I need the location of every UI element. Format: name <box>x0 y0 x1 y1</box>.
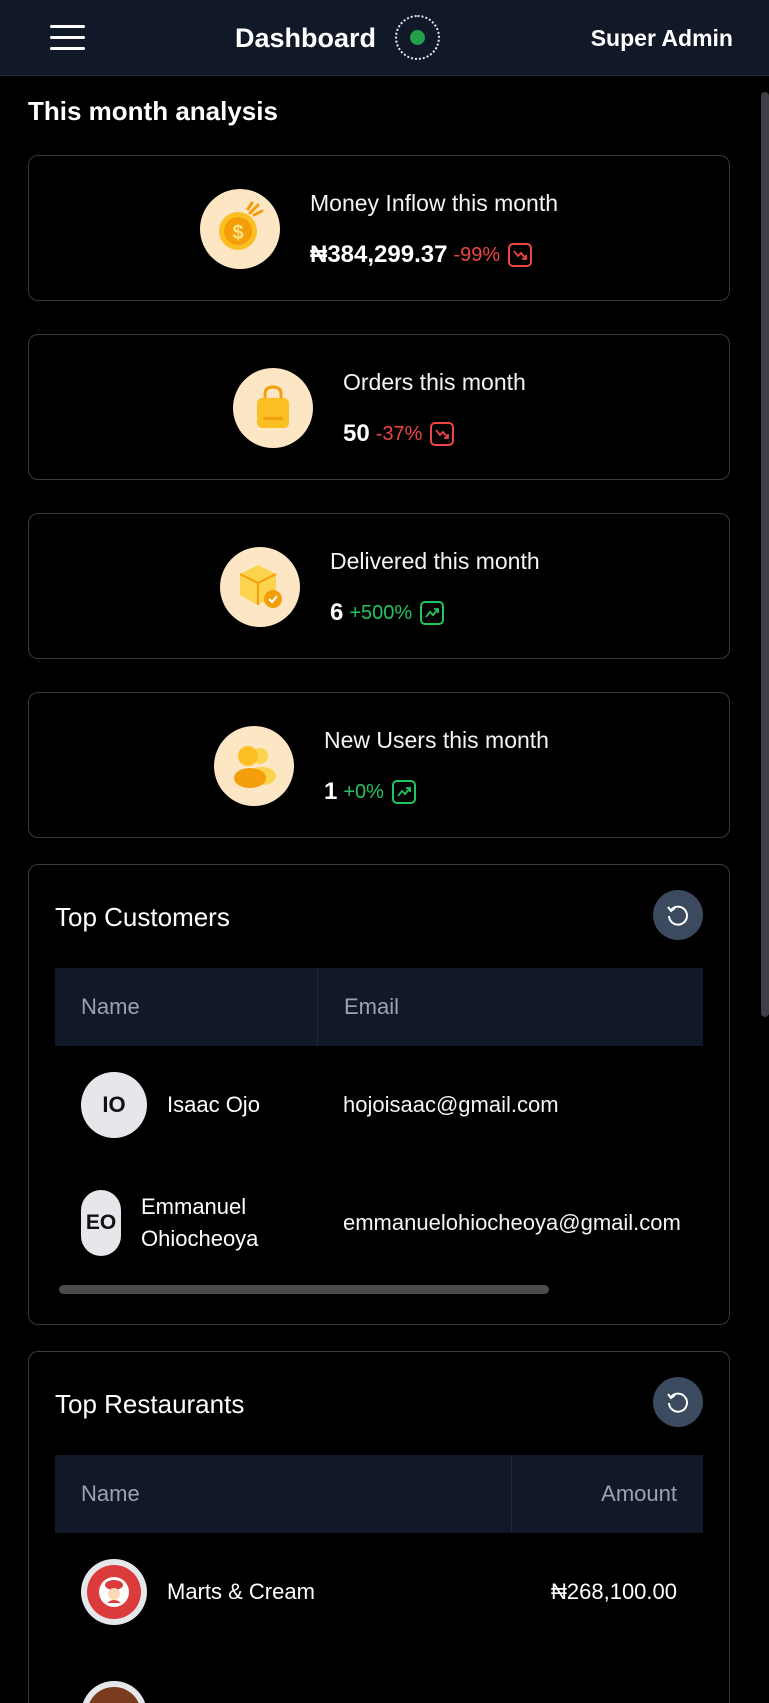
package-check-icon <box>220 547 300 627</box>
stat-label: Money Inflow this month <box>310 190 559 216</box>
stat-value: 1 <box>324 778 338 805</box>
stat-value: 6 <box>330 599 344 626</box>
refresh-icon <box>667 1392 688 1413</box>
refresh-icon <box>667 905 688 926</box>
stat-change: -37% <box>375 423 423 445</box>
refresh-customers-button[interactable] <box>653 890 703 940</box>
customer-email: emmanuelohiocheoya@gmail.com <box>343 1210 681 1235</box>
trend-down-icon <box>430 422 455 446</box>
page-title: Dashboard <box>235 23 377 53</box>
column-header-name[interactable]: Name <box>55 968 317 1046</box>
trend-up-icon <box>420 601 445 625</box>
stat-label: New Users this month <box>324 727 549 753</box>
customer-name-first: Emmanuel <box>141 1194 247 1219</box>
money-inflow-card: $ Money Inflow this month ₦384,299.37 -9… <box>28 155 730 301</box>
new-users-card: New Users this month 1 +0% <box>28 692 730 838</box>
avatar: IO <box>81 1072 147 1138</box>
table-row[interactable]: Marts & Cream ₦268,100.00 <box>55 1533 703 1651</box>
hamburger-menu-icon[interactable] <box>50 25 85 51</box>
panel-title: Top Restaurants <box>55 1389 245 1419</box>
shopping-bag-icon <box>233 368 313 448</box>
stat-label: Delivered this month <box>330 548 540 574</box>
column-header-amount[interactable]: Amount <box>511 1455 703 1533</box>
trend-down-icon <box>508 243 533 267</box>
stat-value: ₦384,299.37 <box>310 241 448 268</box>
top-restaurants-panel: Top Restaurants Name Amount Marts & Crea… <box>28 1351 730 1703</box>
online-status-icon <box>395 15 440 60</box>
stat-value: 50 <box>343 420 370 447</box>
users-icon <box>214 726 294 806</box>
restaurants-table: Name Amount Marts & Cream ₦268,100.00 <box>55 1455 703 1703</box>
column-header-name[interactable]: Name <box>55 1455 511 1533</box>
restaurant-amount: ₦268,100.00 <box>551 1579 677 1604</box>
table-header: Name Email <box>55 968 703 1046</box>
panel-title: Top Customers <box>55 902 230 932</box>
chef-icon <box>99 1577 129 1607</box>
refresh-restaurants-button[interactable] <box>653 1377 703 1427</box>
section-heading: This month analysis <box>28 96 278 126</box>
status-dot <box>410 30 425 45</box>
stat-change: -99% <box>453 244 501 266</box>
customer-email: hojoisaac@gmail.com <box>343 1092 559 1117</box>
column-header-email[interactable]: Email <box>317 968 703 1046</box>
user-name[interactable]: Super Admin <box>591 22 733 54</box>
top-bar: Dashboard Super Admin <box>0 0 769 76</box>
stat-label: Orders this month <box>343 369 526 395</box>
orders-card: Orders this month 50 -37% <box>28 334 730 480</box>
page-scrollbar[interactable] <box>761 92 769 1017</box>
table-row[interactable]: EO Emmanuel Ohiocheoya emmanuelohiocheoy… <box>55 1164 703 1282</box>
table-row[interactable]: IO Isaac Ojo hojoisaac@gmail.com <box>55 1046 703 1164</box>
top-customers-panel: Top Customers Name Email IO Isaac Ojo ho… <box>28 864 730 1325</box>
svg-text:$: $ <box>232 222 243 244</box>
table-row[interactable] <box>55 1651 703 1703</box>
customer-name-last: Ohiocheoya <box>141 1226 259 1251</box>
stat-change: +0% <box>343 781 384 803</box>
table-header: Name Amount <box>55 1455 703 1533</box>
customer-name: Isaac Ojo <box>167 1092 260 1117</box>
trend-up-icon <box>391 780 416 804</box>
customers-table: Name Email IO Isaac Ojo hojoisaac@gmail.… <box>55 968 703 1282</box>
delivered-card: Delivered this month 6 +500% <box>28 513 730 659</box>
avatar: EO <box>81 1190 121 1256</box>
restaurant-name: Marts & Cream <box>167 1579 315 1604</box>
stat-change: +500% <box>349 602 413 624</box>
restaurant-logo <box>81 1559 147 1625</box>
restaurant-logo <box>81 1681 147 1703</box>
horizontal-scrollbar[interactable] <box>59 1285 549 1294</box>
money-bag-icon: $ <box>200 189 280 269</box>
